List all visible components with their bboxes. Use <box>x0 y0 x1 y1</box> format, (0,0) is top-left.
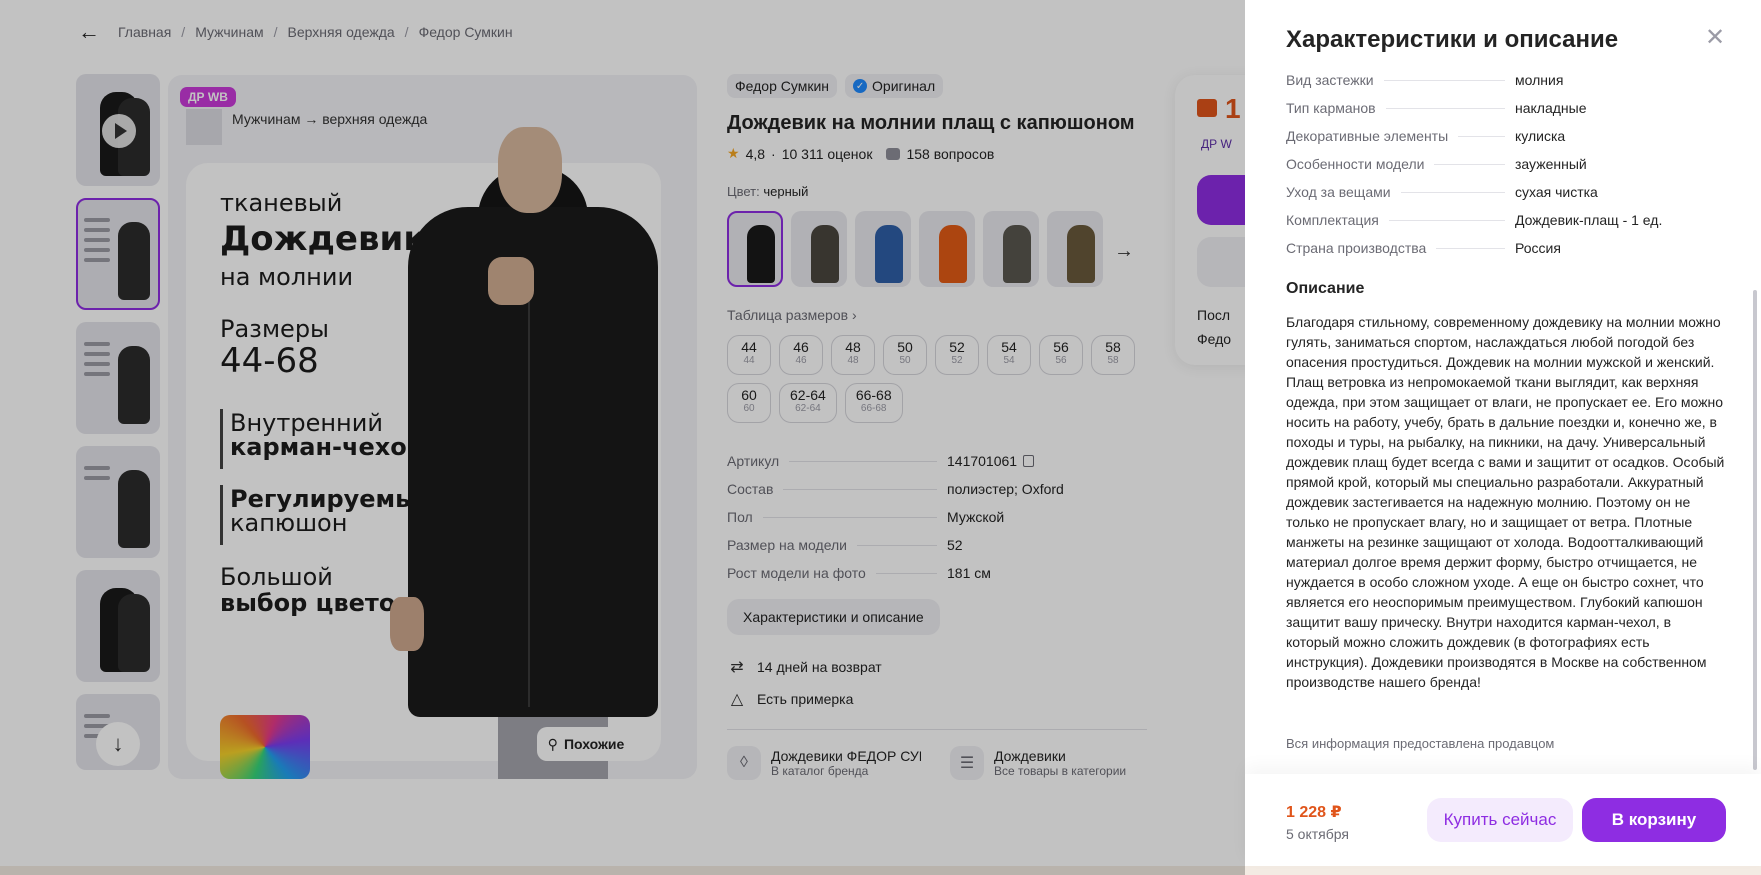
spec-value: накладные <box>1515 100 1587 116</box>
footer-price: 1 228 ₽ <box>1286 804 1342 821</box>
spec-value: Дождевик-плащ - 1 ед. <box>1515 212 1663 228</box>
spec-key: Декоративные элементы <box>1286 128 1449 144</box>
characteristics-drawer: Характеристики и описание ✕ Вид застежки… <box>1245 0 1761 866</box>
drawer-scrollbar[interactable] <box>1753 290 1757 770</box>
spec-row: Особенности модели зауженный <box>1286 150 1716 178</box>
description-title: Описание <box>1286 280 1365 297</box>
close-icon[interactable]: ✕ <box>1705 26 1725 50</box>
buy-now-button[interactable]: Купить сейчас <box>1427 798 1573 842</box>
spec-key: Страна производства <box>1286 240 1427 256</box>
add-to-cart-button[interactable]: В корзину <box>1582 798 1726 842</box>
drawer-title: Характеристики и описание <box>1286 26 1619 53</box>
spec-value: Россия <box>1515 240 1561 256</box>
spec-row: Комплектация Дождевик-плащ - 1 ед. <box>1286 206 1716 234</box>
spec-value: зауженный <box>1515 156 1587 172</box>
spec-key: Уход за вещами <box>1286 184 1391 200</box>
spec-row: Страна производства Россия <box>1286 234 1716 262</box>
modal-backdrop[interactable] <box>0 0 1245 875</box>
spec-row: Уход за вещами сухая чистка <box>1286 178 1716 206</box>
spec-key: Тип карманов <box>1286 100 1376 116</box>
spec-value: молния <box>1515 72 1564 88</box>
drawer-footer: 1 228 ₽ 5 октября Купить сейчас В корзин… <box>1245 774 1761 866</box>
spec-row: Тип карманов накладные <box>1286 94 1716 122</box>
spec-row: Вид застежки молния <box>1286 66 1716 94</box>
spec-key: Вид застежки <box>1286 72 1374 88</box>
spec-key: Комплектация <box>1286 212 1379 228</box>
seller-note: Вся информация предоставлена продавцом <box>1286 736 1555 751</box>
spec-row: Декоративные элементы кулиска <box>1286 122 1716 150</box>
spec-key: Особенности модели <box>1286 156 1425 172</box>
spec-value: сухая чистка <box>1515 184 1598 200</box>
drawer-specs: Вид застежки молния Тип карманов накладные… <box>1286 66 1716 262</box>
spec-value: кулиска <box>1515 128 1566 144</box>
description-text: Благодаря стильному, современному дождев… <box>1286 314 1725 690</box>
delivery-date: 5 октября <box>1286 826 1349 842</box>
